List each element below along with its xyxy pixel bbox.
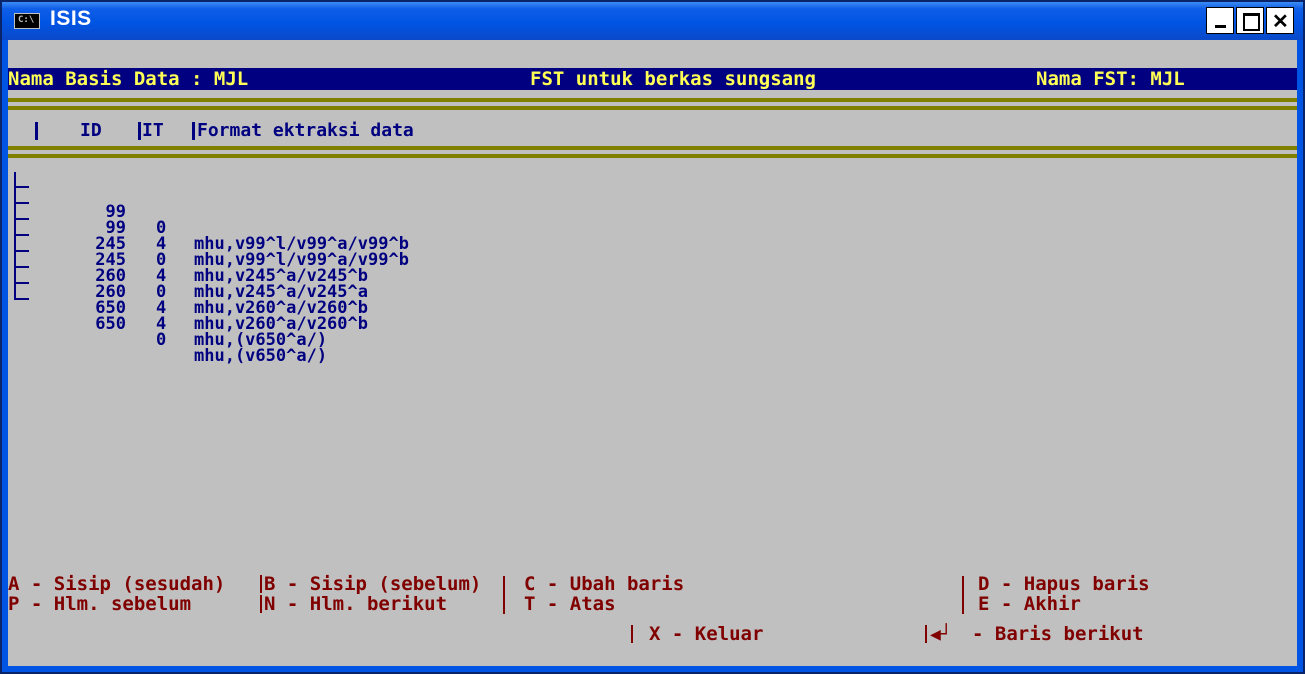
- column-it: IT: [142, 120, 164, 141]
- title-bar[interactable]: C:\ ISIS ✕: [2, 2, 1303, 40]
- command-separator: [962, 576, 964, 614]
- column-separator: [35, 122, 38, 140]
- cmd-top: T - Atas: [524, 593, 616, 615]
- cmd-next-row: - Baris berikut: [972, 623, 1144, 645]
- console-icon[interactable]: C:\: [14, 13, 40, 29]
- header-rule-top: [8, 98, 1297, 102]
- table-row[interactable]: 650 4 mhu,(v650^a/): [8, 268, 1297, 349]
- cmd-prev-page: P - Hlm. sebelum: [8, 593, 192, 615]
- cmd-insert-after: A - Sisip (sesudah): [8, 573, 226, 595]
- fst-name: Nama FST: MJL: [1036, 68, 1185, 90]
- table-row[interactable]: 245 4 mhu,v245^a/v245^a: [8, 220, 1297, 301]
- table-row[interactable]: 260 4 mhu,v260^a/v260^b: [8, 252, 1297, 333]
- row-id: 650: [95, 314, 126, 334]
- row-format: mhu,(v650^a/): [194, 346, 328, 366]
- close-icon: ✕: [1272, 11, 1289, 33]
- cmd-edit-row: C - Ubah baris: [524, 573, 685, 595]
- column-id: ID: [80, 120, 102, 141]
- cmd-next-page: N - Hlm. berikut: [264, 593, 448, 615]
- command-separator: [260, 595, 262, 613]
- column-format: Format ektraksi data: [197, 120, 414, 141]
- row-it: 0: [156, 330, 167, 350]
- console-window: C:\ ISIS ✕ Nama Basis Data : MJL FST unt…: [0, 0, 1305, 674]
- cmd-delete-row: D - Hapus baris: [978, 573, 1150, 595]
- console-icon-text: C:\: [18, 15, 35, 25]
- command-separator: [503, 576, 505, 614]
- console-area[interactable]: Nama Basis Data : MJL FST untuk berkas s…: [8, 40, 1297, 666]
- window-title: ISIS: [50, 7, 92, 30]
- enter-key-icon: ◀┘: [930, 624, 952, 645]
- table-row[interactable]: 245 0 mhu,v245^a/v245^b: [8, 204, 1297, 285]
- header-rule-bottom: [8, 106, 1297, 110]
- cmd-exit: X - Keluar: [649, 623, 764, 645]
- command-separator: [260, 575, 262, 593]
- table-row[interactable]: 650 0 mhu,(v650^a/): [8, 284, 1297, 365]
- columns-rule-bottom: [8, 154, 1297, 158]
- cmd-insert-before: B - Sisip (sebelum): [264, 573, 482, 595]
- table-row[interactable]: 260 0 mhu,v260^a/v260^b: [8, 236, 1297, 317]
- command-separator: [631, 625, 633, 643]
- table-row[interactable]: 99 4 mhu,v99^l/v99^a/v99^b: [8, 188, 1297, 269]
- columns-rule-top: [8, 146, 1297, 150]
- close-button[interactable]: ✕: [1266, 7, 1294, 34]
- maximize-button[interactable]: [1236, 7, 1264, 34]
- column-separator: [192, 122, 195, 140]
- command-separator: [925, 625, 927, 643]
- database-name: Nama Basis Data : MJL: [8, 68, 249, 90]
- row-cursor: [15, 298, 29, 300]
- minimize-button[interactable]: [1206, 7, 1234, 34]
- table-row[interactable]: 99 0 mhu,v99^l/v99^a/v99^b: [8, 172, 1297, 253]
- column-separator: [138, 122, 141, 140]
- cmd-end: E - Akhir: [978, 593, 1081, 615]
- fst-title: FST untuk berkas sungsang: [530, 68, 816, 90]
